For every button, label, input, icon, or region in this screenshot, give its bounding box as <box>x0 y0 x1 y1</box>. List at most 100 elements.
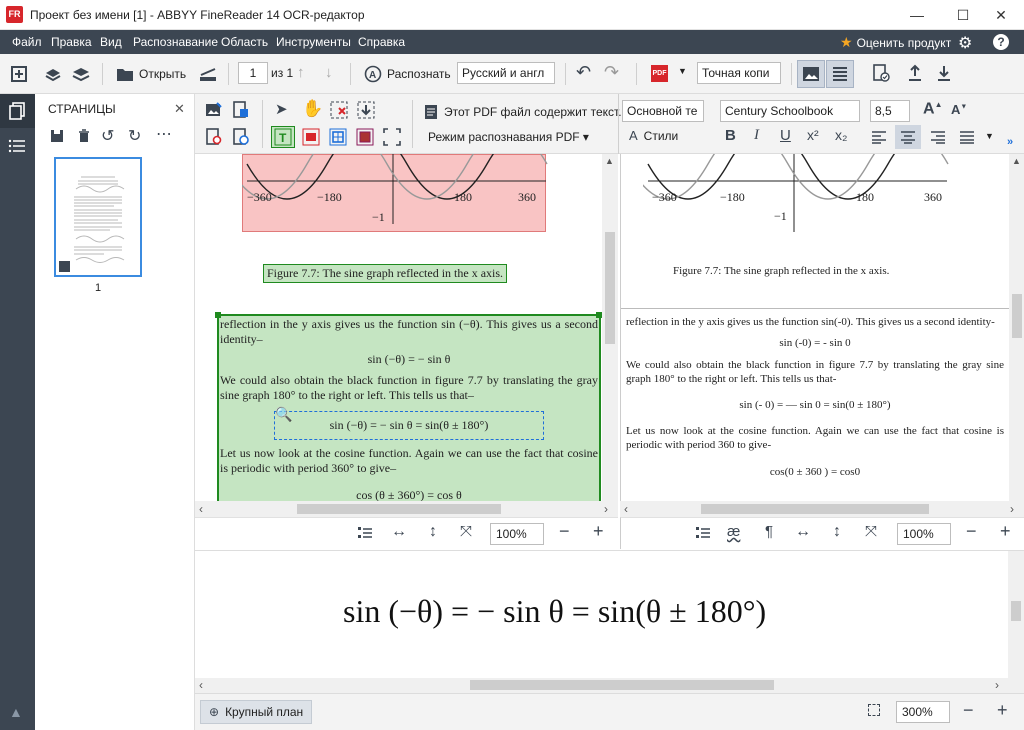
vertical-scrollbar[interactable] <box>1008 551 1024 678</box>
export-down-icon[interactable] <box>935 64 953 85</box>
page-thumbnail[interactable] <box>54 157 142 277</box>
closeup-toggle-button[interactable]: ⊕ Крупный план <box>200 700 313 724</box>
increase-font-icon[interactable]: A▲ <box>923 100 942 118</box>
picture-area-tool-icon[interactable] <box>302 128 320 149</box>
close-window-button[interactable]: ✕ <box>978 0 1024 30</box>
justify-dropdown-icon[interactable]: ▼ <box>985 131 994 141</box>
scroll-thumb[interactable] <box>297 504 501 514</box>
zoom-in-icon[interactable]: + <box>593 521 604 542</box>
more-options-icon[interactable]: ⋯ <box>156 124 172 144</box>
scroll-thumb[interactable] <box>1011 601 1021 621</box>
zoom-in-icon[interactable]: + <box>1000 521 1011 542</box>
settings-gear-icon[interactable]: ⚙ <box>958 33 972 53</box>
decrease-font-icon[interactable]: A▼ <box>951 102 967 117</box>
fit-page-icon[interactable]: ⤧ <box>460 523 472 540</box>
zoom-out-icon[interactable]: − <box>559 521 570 542</box>
fit-selection-icon[interactable] <box>868 704 880 716</box>
show-formatting-icon[interactable]: ¶ <box>765 523 773 540</box>
font-family-select[interactable]: Century Schoolbook <box>720 100 860 122</box>
text-view-toggle[interactable] <box>826 60 854 88</box>
language-select[interactable]: Русский и англ <box>457 62 555 84</box>
font-size-select[interactable]: 8,5 <box>870 100 910 122</box>
edit-image-icon[interactable] <box>205 101 223 122</box>
image-zoom-select[interactable]: 100% <box>490 523 544 545</box>
list-nav-icon[interactable] <box>8 138 26 157</box>
recognized-text[interactable]: reflection in the y axis gives us the fu… <box>626 315 1004 479</box>
new-task-button[interactable] <box>10 62 28 86</box>
recognize-button[interactable]: A Распознать <box>364 62 451 86</box>
menu-area[interactable]: Область <box>221 35 268 49</box>
warning-icon[interactable]: ▲ <box>9 704 23 720</box>
refresh-page-icon[interactable] <box>232 128 250 149</box>
text-area-tool[interactable]: T <box>271 126 295 148</box>
fit-page-icon[interactable]: ⤧ <box>865 523 877 540</box>
menu-recognition[interactable]: Распознавание <box>133 35 218 49</box>
add-pages-button[interactable] <box>44 62 64 86</box>
expand-toolbar-icon[interactable]: » <box>1007 136 1013 148</box>
background-picture-tool-icon[interactable] <box>356 128 374 149</box>
next-page-icon[interactable]: ↓ <box>325 64 333 81</box>
menu-edit[interactable]: Правка <box>51 35 92 49</box>
text-view[interactable]: −360 −180 180 360 −1 Figure 7.7: The sin… <box>620 154 1024 501</box>
image-view[interactable]: −360 −180 180 360 −1 Figure 7.7: The sin… <box>195 154 618 501</box>
scroll-left-icon[interactable]: ‹ <box>624 502 628 516</box>
fit-height-icon[interactable]: ↕ <box>833 523 841 541</box>
minimize-button[interactable]: — <box>894 0 940 30</box>
hand-pan-icon[interactable]: ✋ <box>302 99 323 119</box>
scroll-up-icon[interactable]: ▲ <box>605 156 614 166</box>
fit-height-icon[interactable]: ↕ <box>429 523 437 541</box>
align-right-icon[interactable] <box>930 130 946 147</box>
pages-nav-button[interactable] <box>0 94 35 128</box>
scroll-thumb[interactable] <box>1012 294 1022 338</box>
pdf-icon[interactable]: PDF <box>651 65 668 82</box>
figure-caption[interactable]: Figure 7.7: The sine graph reflected in … <box>673 265 889 277</box>
area-list-icon[interactable] <box>357 526 373 543</box>
horizontal-scrollbar[interactable]: ‹ › <box>195 501 618 517</box>
scroll-up-icon[interactable]: ▲ <box>1012 156 1021 166</box>
zoom-out-icon[interactable]: − <box>963 700 974 721</box>
delete-area-icon[interactable] <box>330 101 348 122</box>
figure-caption-area[interactable]: Figure 7.7: The sine graph reflected in … <box>263 264 508 283</box>
text-block-area[interactable]: reflection in the y axis gives us the fu… <box>217 314 601 501</box>
resize-handle[interactable] <box>215 312 221 318</box>
closeup-zoom-select[interactable]: 300% <box>896 701 950 723</box>
save-page-icon[interactable] <box>50 129 64 146</box>
area-list-icon[interactable] <box>695 526 711 543</box>
delete-page-icon[interactable] <box>77 129 91 146</box>
underline-icon[interactable]: U <box>780 127 791 144</box>
text-zoom-select[interactable]: 100% <box>897 523 951 545</box>
menu-view[interactable]: Вид <box>100 35 122 49</box>
italic-icon[interactable]: I <box>754 127 759 144</box>
scroll-right-icon[interactable]: › <box>604 502 608 516</box>
save-format-arrow-icon[interactable]: ▼ <box>678 66 687 76</box>
layers-button[interactable] <box>72 62 90 86</box>
help-icon[interactable]: ? <box>993 34 1009 50</box>
scroll-thumb[interactable] <box>701 504 929 514</box>
redo-icon[interactable]: ↷ <box>604 62 619 83</box>
closeup-view[interactable]: sin (−θ) = − sin θ = sin(θ ± 180°) <box>195 550 1024 678</box>
recognize-area-icon[interactable] <box>357 101 375 122</box>
select-pointer-icon[interactable]: ➤ <box>275 100 288 118</box>
scroll-left-icon[interactable]: ‹ <box>199 678 203 692</box>
vertical-scrollbar[interactable]: ▲ <box>1009 154 1024 501</box>
open-button[interactable]: Открыть <box>116 62 186 86</box>
fit-width-icon[interactable]: ↔ <box>795 523 811 541</box>
scroll-right-icon[interactable]: › <box>995 678 999 692</box>
rotate-right-icon[interactable]: ↻ <box>128 126 141 146</box>
selected-formula-area[interactable]: sin (−θ) = − sin θ = sin(θ ± 180°) 🔍 <box>274 408 544 440</box>
subscript-icon[interactable]: x₂ <box>835 127 847 143</box>
align-left-icon[interactable] <box>871 130 887 147</box>
fit-width-icon[interactable]: ↔ <box>391 523 407 541</box>
image-view-toggle[interactable] <box>797 60 825 88</box>
align-center-icon[interactable] <box>895 125 921 149</box>
pdf-recognition-mode-dropdown[interactable]: Режим распознавания PDF ▾ <box>428 130 589 144</box>
horizontal-scrollbar[interactable]: ‹ › <box>620 501 1024 517</box>
scroll-thumb[interactable] <box>470 680 774 690</box>
page-number-input[interactable]: 1 <box>238 62 268 84</box>
scroll-right-icon[interactable]: › <box>1010 502 1014 516</box>
export-up-icon[interactable] <box>906 64 924 85</box>
zoom-out-icon[interactable]: − <box>966 521 977 542</box>
verify-text-icon[interactable] <box>872 64 890 85</box>
vertical-scrollbar[interactable]: ▲ <box>602 154 618 501</box>
copy-mode-select[interactable]: Точная копи <box>697 62 781 84</box>
